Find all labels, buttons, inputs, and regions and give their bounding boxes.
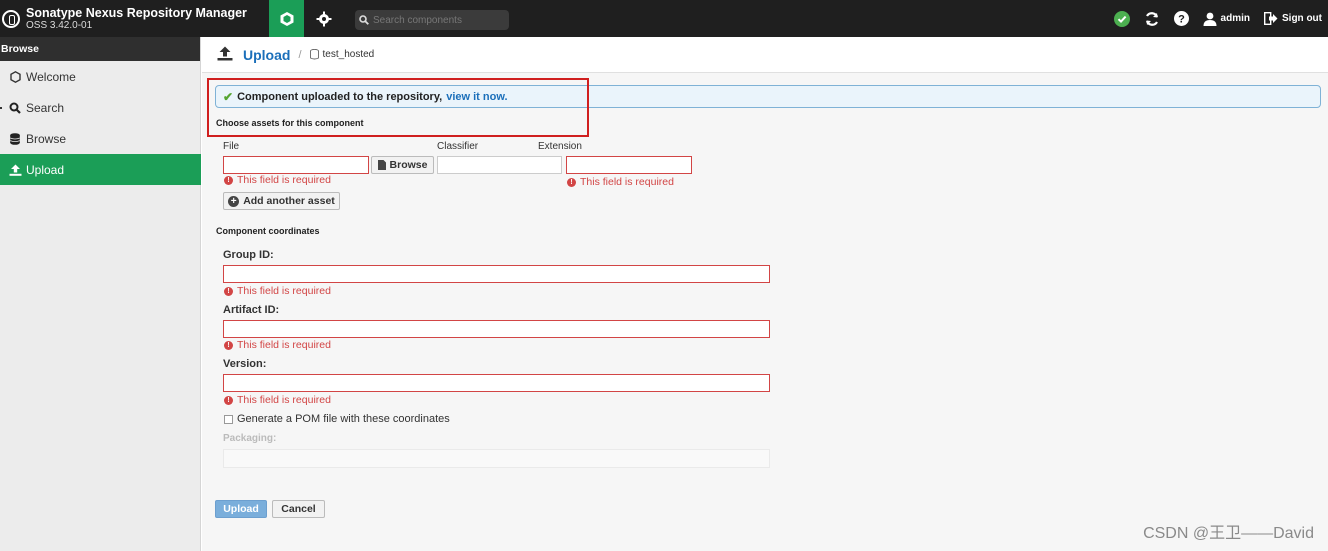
group-id-input[interactable]: [223, 265, 770, 283]
upload-button[interactable]: Upload: [215, 500, 267, 518]
packaging-label: Packaging:: [223, 433, 277, 444]
success-banner: ✔ Component uploaded to the repository, …: [207, 78, 1321, 137]
svg-text:?: ?: [1178, 14, 1185, 26]
check-icon: ✔: [223, 89, 234, 104]
admin-mode-button[interactable]: [314, 9, 334, 29]
upload-form: ✔ Component uploaded to the repository, …: [202, 73, 1328, 551]
error-icon: !: [224, 286, 233, 296]
annotation-highlight-box: [207, 78, 589, 137]
file-input[interactable]: [223, 156, 369, 174]
extension-error-text: This field is required: [580, 176, 674, 188]
search-input[interactable]: [373, 14, 503, 26]
search-icon: [8, 102, 22, 114]
app-version: OSS 3.42.0-01: [26, 20, 93, 31]
sidebar-item-label: Welcome: [26, 69, 76, 84]
generate-pom-checkbox[interactable]: [224, 415, 233, 424]
classifier-label: Classifier: [437, 141, 479, 152]
view-component-link[interactable]: view it now.: [446, 91, 507, 103]
file-error-text: This field is required: [237, 174, 331, 186]
artifact-id-error: ! This field is required: [224, 339, 331, 351]
cancel-button[interactable]: Cancel: [272, 500, 325, 518]
artifact-id-label: Artifact ID:: [223, 304, 280, 316]
version-input[interactable]: [223, 374, 770, 392]
group-id-error-text: This field is required: [237, 285, 331, 297]
upload-icon: [8, 164, 22, 176]
sidebar-item-welcome[interactable]: Welcome: [0, 61, 201, 92]
user-icon: [1203, 12, 1217, 26]
breadcrumb-separator: /: [298, 48, 302, 61]
generate-pom-label: Generate a POM file with these coordinat…: [237, 413, 450, 425]
assets-section-title: Choose assets for this component: [216, 118, 364, 128]
status-ok-icon[interactable]: [1113, 10, 1130, 27]
gear-icon: [316, 11, 332, 27]
help-icon[interactable]: ?: [1173, 11, 1189, 26]
add-asset-button[interactable]: + Add another asset: [223, 192, 340, 210]
extension-error: ! This field is required: [567, 176, 674, 188]
search-icon: [359, 15, 369, 25]
add-asset-label: Add another asset: [243, 195, 335, 207]
banner-message: Component uploaded to the repository,: [237, 90, 443, 103]
nexus-logo-icon: [2, 10, 20, 28]
artifact-id-error-text: This field is required: [237, 339, 331, 351]
breadcrumb-repository: test_hosted: [309, 49, 375, 60]
browse-button[interactable]: Browse: [371, 156, 434, 174]
group-id-error: ! This field is required: [224, 285, 331, 297]
file-error: ! This field is required: [224, 174, 331, 186]
hexagon-icon: [8, 70, 22, 83]
file-icon: [377, 160, 386, 170]
sidebar-item-browse[interactable]: Browse: [0, 123, 201, 154]
sign-out-button[interactable]: Sign out: [1264, 12, 1322, 25]
artifact-id-input[interactable]: [223, 320, 770, 338]
version-label: Version:: [223, 358, 267, 370]
classifier-input[interactable]: [437, 156, 562, 174]
error-icon: !: [224, 340, 233, 350]
sidebar-item-label: Browse: [26, 131, 67, 146]
refresh-icon[interactable]: [1144, 11, 1160, 27]
breadcrumb: Upload / test_hosted: [202, 37, 1328, 73]
group-id-label: Group ID:: [223, 249, 274, 261]
error-icon: !: [224, 395, 233, 405]
browse-mode-button[interactable]: [269, 0, 304, 37]
sign-out-label: Sign out: [1282, 13, 1322, 24]
brand[interactable]: Sonatype Nexus Repository Manager OSS 3.…: [0, 4, 247, 34]
cube-icon: [280, 11, 293, 26]
error-icon: !: [224, 175, 233, 185]
error-icon: !: [567, 177, 576, 187]
browse-label: Browse: [389, 159, 428, 171]
extension-label: Extension: [538, 141, 582, 152]
sign-out-icon: [1264, 12, 1278, 25]
watermark: CSDN @王卫——David: [1143, 525, 1314, 542]
sidebar: Browse Welcome Search Browse Upload: [0, 37, 201, 551]
upload-icon: [217, 46, 233, 64]
database-icon: [309, 49, 319, 60]
packaging-input: [223, 449, 770, 468]
file-label: File: [223, 141, 240, 152]
sidebar-heading: Browse: [0, 37, 200, 61]
sidebar-item-label: Upload: [26, 162, 65, 177]
version-error-text: This field is required: [237, 394, 331, 406]
sidebar-item-upload[interactable]: Upload: [0, 154, 201, 185]
version-error: ! This field is required: [224, 394, 331, 406]
database-icon: [8, 132, 22, 145]
coordinates-section-title: Component coordinates: [216, 226, 320, 236]
user-menu[interactable]: admin: [1203, 12, 1250, 26]
page-title[interactable]: Upload: [243, 47, 290, 63]
extension-input[interactable]: [566, 156, 692, 174]
sidebar-item-label: Search: [26, 100, 65, 115]
top-header: Sonatype Nexus Repository Manager OSS 3.…: [0, 0, 1328, 37]
username: admin: [1220, 13, 1250, 24]
app-title: Sonatype Nexus Repository Manager: [26, 6, 247, 20]
plus-circle-icon: +: [228, 195, 240, 207]
sidebar-item-search[interactable]: Search: [0, 92, 201, 123]
repository-name: test_hosted: [322, 49, 375, 60]
search-box[interactable]: [355, 10, 509, 30]
